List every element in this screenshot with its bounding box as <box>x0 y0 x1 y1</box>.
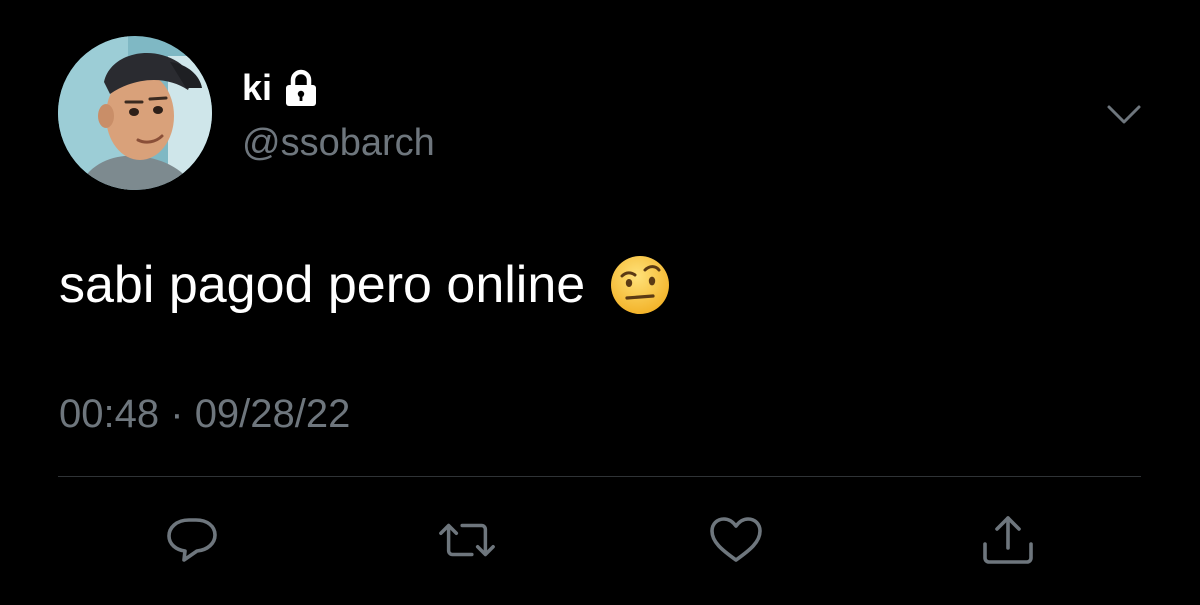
tweet-timestamp[interactable]: 00:48 · 09/28/22 <box>59 390 350 438</box>
tweet-text: sabi pagod pero online <box>59 256 586 314</box>
like-button[interactable] <box>706 514 766 566</box>
meta-separator: · <box>170 392 184 436</box>
face-with-raised-eyebrow-icon <box>609 254 671 316</box>
share-icon <box>983 516 1033 564</box>
tweet-date: 09/28/22 <box>194 392 351 436</box>
lock-icon <box>284 69 318 107</box>
retweet-icon <box>439 523 495 557</box>
avatar[interactable] <box>58 36 212 190</box>
tweet-time: 00:48 <box>59 392 160 436</box>
tweet-text-row: sabi pagod pero online <box>59 252 671 318</box>
heart-icon <box>710 517 762 562</box>
chevron-down-icon[interactable] <box>1105 102 1143 128</box>
display-name[interactable]: ki <box>242 66 272 110</box>
share-button[interactable] <box>978 514 1038 566</box>
divider <box>58 476 1141 477</box>
reply-icon <box>167 518 217 562</box>
display-name-row: ki <box>242 66 318 110</box>
retweet-button[interactable] <box>437 514 497 566</box>
avatar-image <box>58 36 212 190</box>
handle[interactable]: @ssobarch <box>242 120 435 166</box>
reply-button[interactable] <box>163 514 223 566</box>
